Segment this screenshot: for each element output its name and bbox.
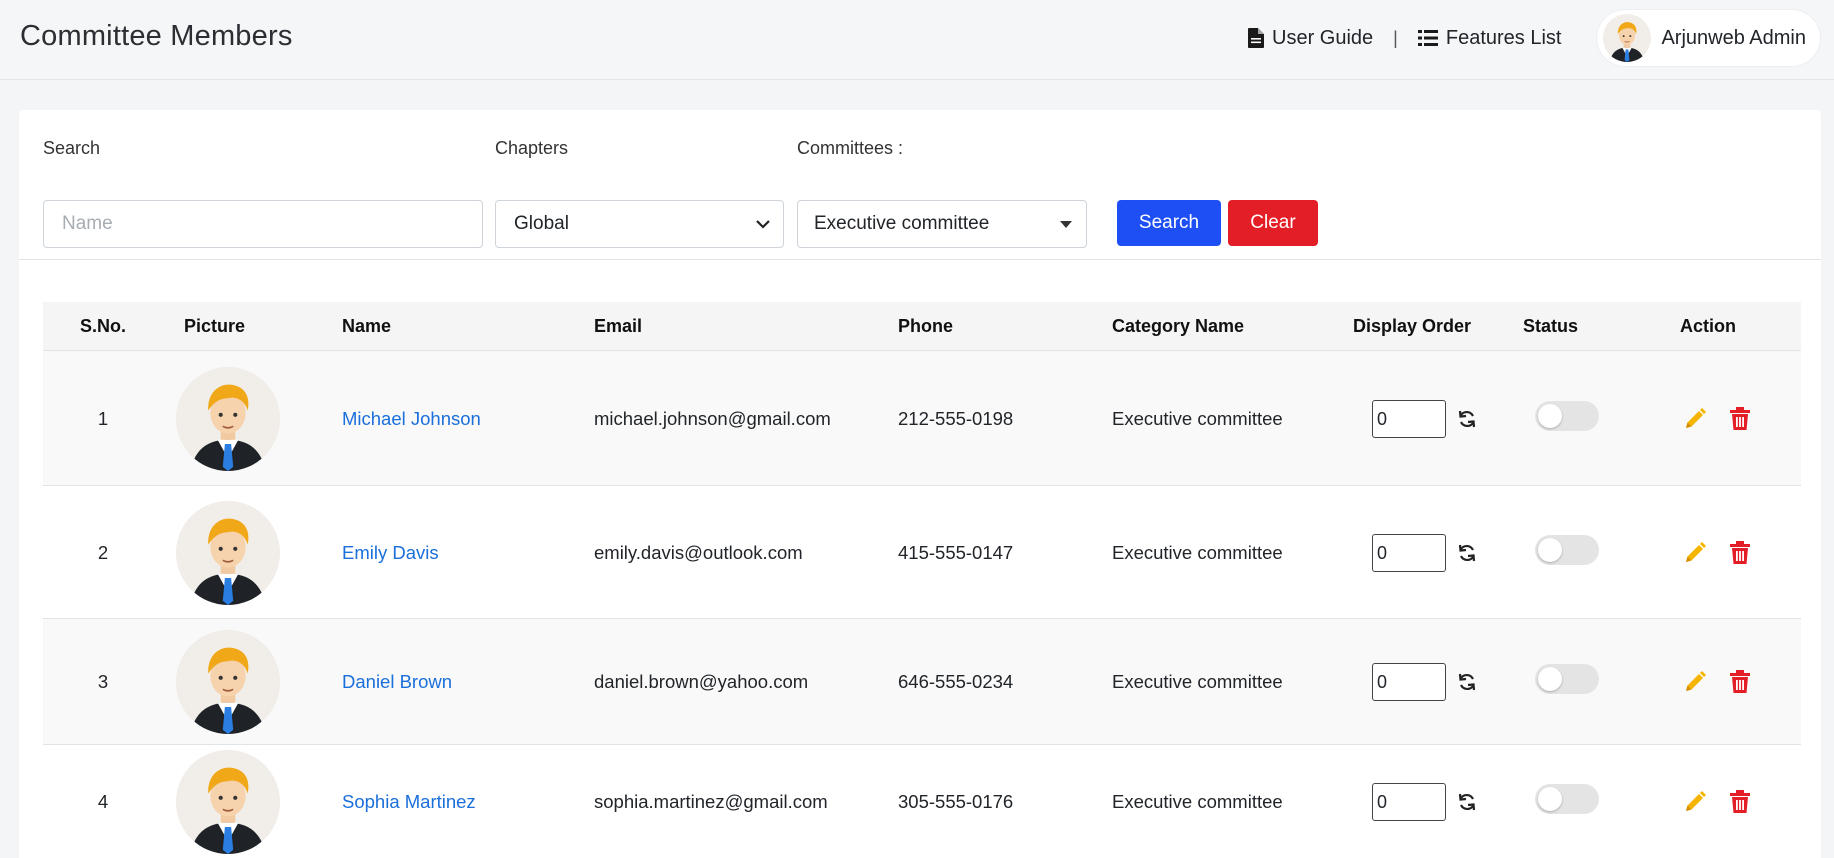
member-avatar bbox=[176, 501, 280, 605]
display-order-input[interactable]: 0 bbox=[1372, 534, 1446, 572]
top-links: User Guide | Features List Arjunweb Admi… bbox=[1248, 10, 1820, 66]
edit-icon[interactable] bbox=[1683, 541, 1707, 565]
member-avatar bbox=[176, 630, 280, 734]
table-header: S.No. Picture Name Email Phone Category … bbox=[43, 302, 1801, 351]
member-phone: 646-555-0234 bbox=[898, 671, 1014, 692]
table-row: 1 Michael Johnson michael.johnson@gmail.co… bbox=[43, 351, 1801, 486]
display-order-input[interactable]: 0 bbox=[1372, 783, 1446, 821]
member-email: emily.davis@outlook.com bbox=[594, 542, 803, 563]
chevron-down-icon bbox=[756, 220, 770, 229]
display-order-input[interactable]: 0 bbox=[1372, 400, 1446, 438]
table-row: 3 Daniel Brown daniel.brown@yahoo.com 646-5… bbox=[43, 619, 1801, 745]
member-name-link[interactable]: Michael Johnson bbox=[342, 408, 481, 430]
col-picture: Picture bbox=[184, 316, 246, 336]
col-status: Status bbox=[1523, 316, 1579, 336]
top-bar: Committee Members User Guide | Features … bbox=[0, 0, 1834, 80]
toggle-knob bbox=[1538, 538, 1562, 562]
search-button[interactable]: Search bbox=[1117, 200, 1221, 246]
delete-icon[interactable] bbox=[1729, 407, 1753, 431]
user-guide-label: User Guide bbox=[1272, 26, 1374, 49]
edit-icon[interactable] bbox=[1683, 407, 1707, 431]
col-name: Name bbox=[342, 316, 392, 336]
status-toggle[interactable] bbox=[1535, 535, 1599, 565]
user-guide-link[interactable]: User Guide bbox=[1248, 27, 1373, 50]
col-display-order: Display Order bbox=[1353, 316, 1472, 336]
features-list-label: Features List bbox=[1445, 26, 1562, 49]
member-email: daniel.brown@yahoo.com bbox=[594, 671, 809, 692]
refresh-icon[interactable] bbox=[1457, 409, 1477, 429]
table-row: 4 Sophia Martinez sophia.martinez@gmail.co… bbox=[43, 745, 1801, 858]
status-toggle[interactable] bbox=[1535, 664, 1599, 694]
member-phone: 415-555-0147 bbox=[898, 542, 1014, 563]
member-category: Executive committee bbox=[1112, 408, 1283, 429]
page-title: Committee Members bbox=[20, 20, 293, 52]
features-list-link[interactable]: Features List bbox=[1417, 26, 1562, 50]
delete-icon[interactable] bbox=[1729, 541, 1753, 565]
col-phone: Phone bbox=[898, 316, 954, 336]
toggle-knob bbox=[1538, 404, 1562, 428]
file-icon bbox=[1248, 28, 1265, 48]
row-sno: 2 bbox=[97, 542, 109, 563]
member-email: sophia.martinez@gmail.com bbox=[594, 791, 828, 812]
refresh-icon[interactable] bbox=[1457, 792, 1477, 812]
member-avatar bbox=[176, 367, 280, 471]
committees-label: Committees : bbox=[797, 138, 904, 158]
col-category: Category Name bbox=[1112, 316, 1245, 336]
col-action: Action bbox=[1680, 316, 1736, 336]
member-phone: 212-555-0198 bbox=[898, 408, 1014, 429]
user-menu[interactable]: Arjunweb Admin bbox=[1597, 10, 1820, 66]
avatar bbox=[1603, 14, 1652, 62]
caret-down-icon bbox=[1060, 221, 1072, 228]
row-sno: 4 bbox=[97, 791, 109, 812]
member-phone: 305-555-0176 bbox=[898, 791, 1014, 812]
member-category: Executive committee bbox=[1112, 671, 1283, 692]
clear-button[interactable]: Clear bbox=[1228, 200, 1318, 246]
search-input[interactable]: Name bbox=[43, 200, 483, 248]
member-avatar bbox=[176, 750, 280, 854]
user-name: Arjunweb Admin bbox=[1661, 26, 1806, 49]
edit-icon[interactable] bbox=[1683, 790, 1707, 814]
search-label: Search bbox=[43, 138, 101, 158]
member-name-link[interactable]: Daniel Brown bbox=[342, 671, 452, 693]
status-toggle[interactable] bbox=[1535, 401, 1599, 431]
row-sno: 3 bbox=[97, 671, 109, 692]
members-table: S.No. Picture Name Email Phone Category … bbox=[43, 302, 1801, 858]
search-placeholder: Name bbox=[62, 213, 113, 234]
col-sno: S.No. bbox=[79, 316, 126, 336]
member-email: michael.johnson@gmail.com bbox=[594, 408, 831, 429]
display-order-input[interactable]: 0 bbox=[1372, 663, 1446, 701]
col-email: Email bbox=[594, 316, 643, 336]
refresh-icon[interactable] bbox=[1457, 672, 1477, 692]
member-name-link[interactable]: Emily Davis bbox=[342, 542, 439, 564]
committees-select[interactable]: Executive committee bbox=[797, 200, 1087, 248]
member-name-link[interactable]: Sophia Martinez bbox=[342, 791, 476, 813]
list-icon bbox=[1417, 30, 1438, 46]
toggle-knob bbox=[1538, 787, 1562, 811]
member-category: Executive committee bbox=[1112, 542, 1283, 563]
edit-icon[interactable] bbox=[1683, 670, 1707, 694]
chapters-label: Chapters bbox=[495, 138, 569, 158]
table-body: 1 Michael Johnson michael.johnson@gmail.co… bbox=[43, 351, 1801, 858]
refresh-icon[interactable] bbox=[1457, 543, 1477, 563]
chapters-value: Global bbox=[514, 213, 569, 234]
row-sno: 1 bbox=[97, 408, 109, 429]
chapters-select[interactable]: Global bbox=[495, 200, 784, 248]
toggle-knob bbox=[1538, 667, 1562, 691]
link-separator: | bbox=[1393, 27, 1398, 48]
delete-icon[interactable] bbox=[1729, 790, 1753, 814]
table-row: 2 Emily Davis emily.davis@outlook.com 415-5… bbox=[43, 486, 1801, 619]
status-toggle[interactable] bbox=[1535, 784, 1599, 814]
delete-icon[interactable] bbox=[1729, 670, 1753, 694]
members-card: Search Name Chapters Global Committees :… bbox=[19, 110, 1821, 858]
divider bbox=[19, 259, 1821, 260]
committees-value: Executive committee bbox=[814, 213, 990, 234]
member-category: Executive committee bbox=[1112, 791, 1283, 812]
